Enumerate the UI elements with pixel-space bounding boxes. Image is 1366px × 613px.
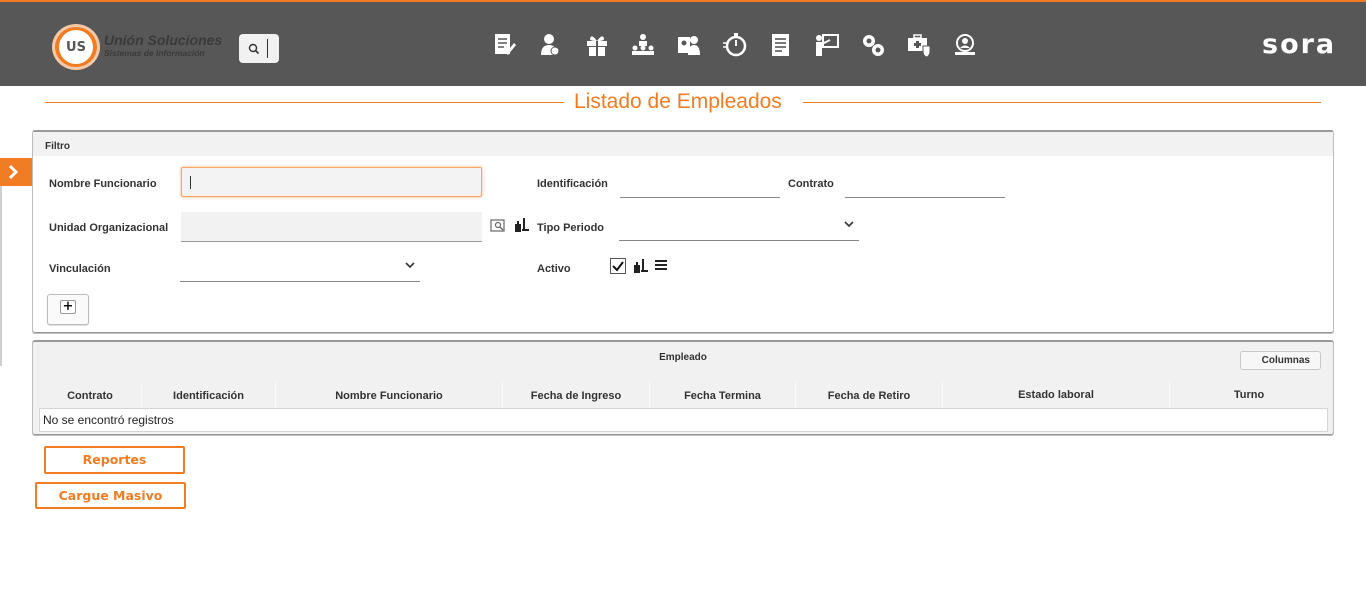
tipo-periodo-select[interactable] — [619, 214, 859, 241]
nombre-funcionario-label: Nombre Funcionario — [49, 178, 157, 190]
title-rule-left — [45, 102, 564, 103]
search-caret — [267, 39, 268, 58]
clear-broom-icon[interactable] — [633, 258, 649, 274]
user-person-icon[interactable] — [538, 32, 584, 58]
brand-tagline: Sistemas de Información — [104, 48, 205, 58]
add-filter-button[interactable]: + — [47, 294, 89, 325]
sidebar-rail — [0, 186, 2, 366]
unidad-organizacional-input[interactable] — [181, 212, 482, 242]
nombre-funcionario-input[interactable] — [181, 167, 482, 197]
chevron-right-icon — [8, 164, 19, 180]
page-title: Listado de Empleados — [574, 90, 782, 113]
filter-panel: Filtro Nombre Funcionario Identificación… — [32, 130, 1334, 334]
brand: Unión Soluciones Sistemas de Información — [104, 33, 222, 58]
unidad-organizacional-label: Unidad Organizacional — [49, 222, 169, 234]
table-title: Empleado — [659, 352, 707, 363]
identificacion-input[interactable] — [620, 172, 780, 198]
contrato-input[interactable] — [845, 172, 1005, 198]
logo-text: US — [59, 30, 93, 64]
stopwatch-icon[interactable] — [722, 32, 768, 58]
top-header: US Unión Soluciones Sistemas de Informac… — [0, 0, 1366, 86]
activo-checkbox[interactable] — [610, 258, 626, 274]
module-nav — [492, 32, 998, 58]
clear-broom-icon[interactable] — [514, 217, 530, 233]
gift-icon[interactable] — [584, 32, 630, 58]
column-header-nombre[interactable]: Nombre Funcionario — [276, 382, 503, 408]
document-edit-icon[interactable] — [492, 32, 538, 58]
plus-icon: + — [60, 300, 76, 314]
column-header-fecha-termina[interactable]: Fecha Termina — [650, 382, 796, 408]
title-rule-right — [803, 102, 1321, 103]
columns-button[interactable]: Columnas — [1240, 351, 1321, 370]
brand-name: Unión Soluciones — [104, 32, 223, 48]
column-header-contrato[interactable]: Contrato — [39, 382, 142, 408]
identificacion-label: Identificación — [537, 178, 608, 190]
user-search-icon[interactable] — [952, 32, 998, 58]
text-cursor — [190, 176, 191, 189]
chevron-down-icon — [844, 221, 854, 228]
activo-label: Activo — [537, 263, 571, 275]
column-header-fecha-retiro[interactable]: Fecha de Retiro — [796, 382, 943, 408]
filter-heading: Filtro — [33, 132, 1333, 156]
presentation-board-icon[interactable] — [814, 32, 860, 58]
search-icon — [248, 43, 260, 54]
vinculacion-select[interactable] — [180, 255, 420, 282]
search-button[interactable] — [239, 34, 279, 63]
medical-kit-shield-icon[interactable] — [906, 32, 952, 58]
table-header: Contrato Identificación Nombre Funcionar… — [39, 382, 1328, 408]
column-header-identificacion[interactable]: Identificación — [142, 382, 276, 408]
org-hierarchy-icon[interactable] — [630, 32, 676, 58]
vinculacion-label: Vinculación — [49, 263, 111, 275]
table-body: No se encontró registros — [39, 408, 1328, 432]
column-header-estado-laboral[interactable]: Estado laboral — [943, 382, 1170, 408]
column-header-fecha-ingreso[interactable]: Fecha de Ingreso — [503, 382, 650, 408]
report-list-icon[interactable] — [768, 32, 814, 58]
sidebar-toggle[interactable] — [0, 158, 34, 186]
column-header-turno[interactable]: Turno — [1170, 382, 1328, 408]
chevron-down-icon — [405, 262, 415, 269]
contrato-label: Contrato — [788, 178, 834, 190]
gears-icon[interactable] — [860, 32, 906, 58]
cargue-masivo-button[interactable]: Cargue Masivo — [35, 482, 186, 509]
tipo-periodo-label: Tipo Periodo — [537, 222, 605, 234]
list-icon[interactable] — [654, 259, 668, 272]
search-window-icon[interactable] — [490, 219, 507, 233]
empleado-table-panel: Empleado Columnas Contrato Identificació… — [32, 340, 1334, 436]
empty-message: No se encontró registros — [43, 413, 174, 427]
reportes-button[interactable]: Reportes — [44, 446, 185, 474]
company-logo[interactable]: US — [52, 24, 100, 70]
product-logo: sora — [1262, 29, 1337, 60]
user-card-icon[interactable] — [676, 32, 722, 58]
